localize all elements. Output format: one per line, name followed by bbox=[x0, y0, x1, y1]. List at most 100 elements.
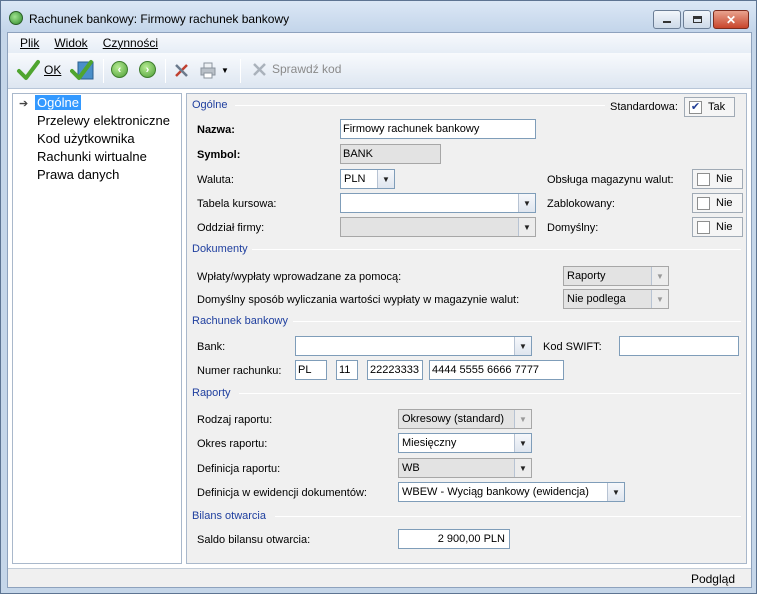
selection-arrow-icon: ➔ bbox=[19, 98, 29, 110]
details-panel: Ogólne Standardowa: ✔ Tak Nazwa: Firmowy … bbox=[186, 93, 747, 564]
next-button[interactable]: › bbox=[139, 61, 156, 78]
toolbar-separator bbox=[103, 59, 104, 83]
title-bar: Rachunek bankowy: Firmowy rachunek banko… bbox=[1, 1, 756, 32]
print-button[interactable]: ▼ bbox=[199, 61, 229, 79]
report-type-label: Rodzaj raportu: bbox=[197, 414, 273, 426]
tools-icon bbox=[175, 64, 188, 77]
tree-item-prawa-danych[interactable]: Prawa danych bbox=[37, 167, 119, 182]
section-divider bbox=[235, 105, 605, 106]
section-divider bbox=[293, 321, 741, 322]
account-number-label: Numer rachunku: bbox=[197, 365, 282, 377]
checkbox-icon bbox=[697, 172, 710, 186]
chevron-down-icon: ▼ bbox=[514, 337, 531, 355]
close-button[interactable]: ✕ bbox=[713, 10, 749, 29]
tree-item-rachunki-wirtualne[interactable]: Rachunki wirtualne bbox=[37, 149, 147, 164]
chevron-down-icon: ▼ bbox=[651, 267, 668, 285]
branch-label: Oddział firmy: bbox=[197, 222, 265, 234]
menu-czynnosci[interactable]: Czynności bbox=[103, 36, 158, 50]
default-value: Nie bbox=[716, 221, 733, 233]
toolbar-separator bbox=[165, 59, 166, 83]
chevron-down-icon: ▼ bbox=[377, 170, 394, 188]
chevron-down-icon: ▼ bbox=[514, 410, 531, 428]
section-opening-title: Bilans otwarcia bbox=[192, 510, 270, 522]
rate-table-dropdown[interactable]: ▼ bbox=[340, 193, 536, 213]
blocked-value: Nie bbox=[716, 197, 733, 209]
maximize-button[interactable] bbox=[683, 10, 711, 29]
tree-item-ogolne[interactable]: Ogólne bbox=[35, 95, 81, 110]
save-check-icon bbox=[70, 60, 94, 80]
blocked-checkbox[interactable]: Nie bbox=[692, 193, 743, 213]
opening-balance-label: Saldo bilansu otwarcia: bbox=[197, 534, 311, 546]
check-code-button[interactable]: Sprawdź kod bbox=[252, 61, 341, 77]
account-country-field[interactable]: PL bbox=[295, 360, 327, 380]
name-field[interactable]: Firmowy rachunek bankowy bbox=[340, 119, 536, 139]
account-number-field[interactable]: 4444 5555 6666 7777 bbox=[429, 360, 564, 380]
report-period-dropdown[interactable]: Miesięczny ▼ bbox=[398, 433, 532, 453]
account-bank-code-field[interactable]: 22223333 bbox=[367, 360, 423, 380]
maximize-icon bbox=[692, 16, 702, 23]
standard-label: Standardowa: bbox=[610, 101, 678, 113]
chevron-down-icon: ▼ bbox=[651, 290, 668, 308]
swift-label: Kod SWIFT: bbox=[543, 341, 602, 353]
tree-item-kod-uzytkownika[interactable]: Kod użytkownika bbox=[37, 131, 135, 146]
payments-value: Raporty bbox=[567, 270, 606, 282]
report-period-value: Miesięczny bbox=[402, 437, 457, 449]
chevron-down-icon: ▼ bbox=[518, 194, 535, 212]
report-definition-value: WB bbox=[402, 462, 420, 474]
minimize-button[interactable] bbox=[653, 10, 681, 29]
window-content: Plik Widok Czynności OK ‹ › ▼ Sprawdź ko… bbox=[7, 32, 752, 588]
section-divider bbox=[239, 393, 741, 394]
bank-dropdown[interactable]: ▼ bbox=[295, 336, 532, 356]
currency-dropdown[interactable]: PLN ▼ bbox=[340, 169, 395, 189]
ok-label: OK bbox=[44, 63, 62, 77]
calc-method-dropdown[interactable]: Nie podlega ▼ bbox=[563, 289, 669, 309]
doc-definition-value: WBEW - Wyciąg bankowy (ewidencja) bbox=[402, 486, 589, 498]
branch-dropdown[interactable]: ▼ bbox=[340, 217, 536, 237]
payments-dropdown[interactable]: Raporty ▼ bbox=[563, 266, 669, 286]
tools-button[interactable] bbox=[173, 61, 191, 79]
menu-widok[interactable]: Widok bbox=[54, 36, 87, 50]
currency-value: PLN bbox=[344, 173, 366, 185]
printer-icon bbox=[200, 62, 216, 79]
blocked-label: Zablokowany: bbox=[547, 198, 615, 210]
chevron-down-icon: ▼ bbox=[514, 434, 531, 452]
save-ok-button[interactable] bbox=[70, 58, 96, 82]
check-code-label: Sprawdź kod bbox=[272, 62, 342, 76]
chevron-down-icon: ▼ bbox=[221, 65, 229, 75]
report-definition-dropdown[interactable]: WB ▼ bbox=[398, 458, 532, 478]
close-icon: ✕ bbox=[725, 12, 737, 27]
section-account-title: Rachunek bankowy bbox=[192, 315, 293, 327]
menu-bar: Plik Widok Czynności bbox=[8, 33, 751, 53]
doc-definition-dropdown[interactable]: WBEW - Wyciąg bankowy (ewidencja) ▼ bbox=[398, 482, 625, 502]
checkbox-icon bbox=[697, 220, 710, 234]
currency-store-label: Obsługa magazynu walut: bbox=[547, 174, 674, 186]
toolbar: OK ‹ › ▼ Sprawdź kod bbox=[8, 53, 751, 89]
swift-field[interactable] bbox=[619, 336, 739, 356]
arrow-right-icon: › bbox=[139, 61, 156, 78]
status-mode-label: Podgląd bbox=[690, 572, 735, 586]
rate-table-label: Tabela kursowa: bbox=[197, 198, 277, 210]
tools-disabled-icon bbox=[253, 63, 266, 76]
symbol-field[interactable]: BANK bbox=[340, 144, 441, 164]
currency-label: Waluta: bbox=[197, 174, 234, 186]
standard-checkbox[interactable]: ✔ Tak bbox=[684, 97, 735, 117]
checkmark-icon: ✔ bbox=[689, 100, 702, 114]
report-type-dropdown[interactable]: Okresowy (standard) ▼ bbox=[398, 409, 532, 429]
section-general-title: Ogólne bbox=[192, 99, 232, 111]
previous-button[interactable]: ‹ bbox=[111, 61, 128, 78]
minimize-icon bbox=[663, 21, 671, 23]
currency-store-checkbox[interactable]: Nie bbox=[692, 169, 743, 189]
section-documents-title: Dokumenty bbox=[192, 243, 252, 255]
chevron-down-icon: ▼ bbox=[518, 218, 535, 236]
menu-plik[interactable]: Plik bbox=[20, 36, 39, 50]
section-divider bbox=[251, 249, 741, 250]
default-checkbox[interactable]: Nie bbox=[692, 217, 743, 237]
account-check-digits-field[interactable]: 11 bbox=[336, 360, 358, 380]
window-title: Rachunek bankowy: Firmowy rachunek banko… bbox=[29, 12, 290, 26]
tree-item-przelewy[interactable]: Przelewy elektroniczne bbox=[37, 113, 170, 128]
ok-button[interactable]: OK bbox=[16, 58, 61, 82]
app-logo-icon bbox=[9, 11, 23, 25]
opening-balance-field[interactable]: 2 900,00 PLN bbox=[398, 529, 510, 549]
arrow-left-icon: ‹ bbox=[111, 61, 128, 78]
toolbar-separator bbox=[240, 59, 241, 83]
